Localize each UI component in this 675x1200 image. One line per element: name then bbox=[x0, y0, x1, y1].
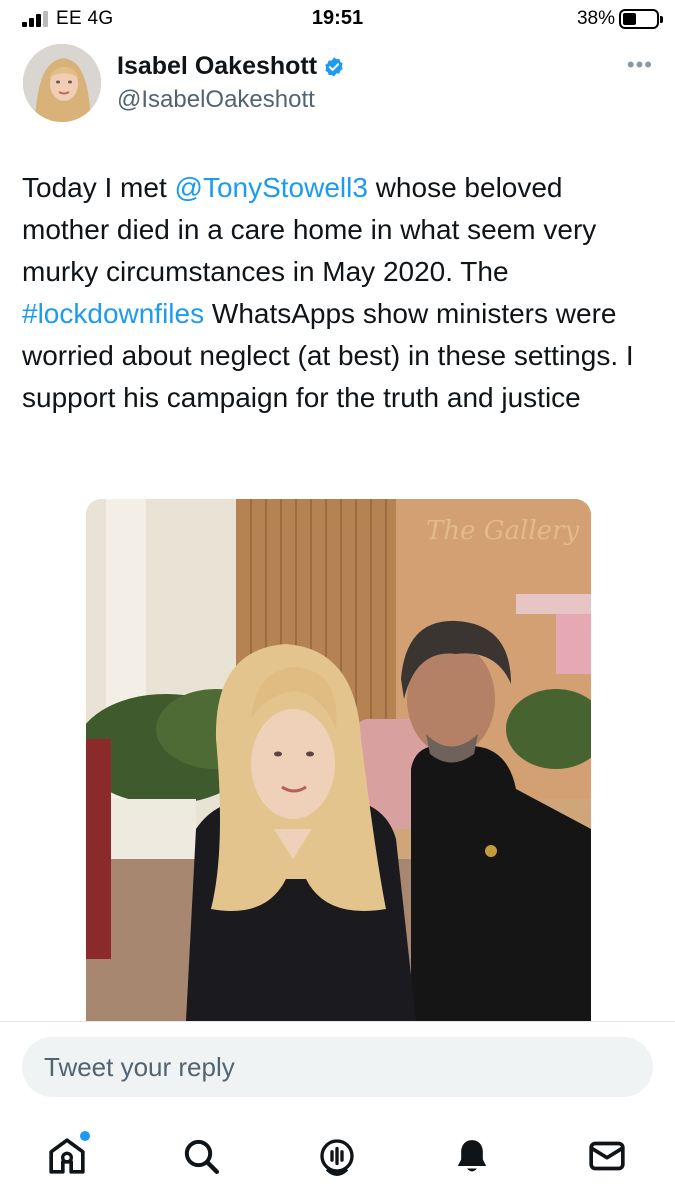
display-name[interactable]: Isabel Oakeshott bbox=[117, 52, 317, 81]
messages-envelope-icon bbox=[589, 1141, 625, 1171]
avatar[interactable] bbox=[23, 44, 101, 122]
nav-home-button[interactable] bbox=[45, 1131, 90, 1178]
reply-divider bbox=[0, 1021, 675, 1022]
hashtag-link[interactable]: #lockdownfiles bbox=[22, 298, 204, 329]
reply-composer[interactable] bbox=[22, 1037, 653, 1097]
tweet-text-part-1: Today I met bbox=[22, 172, 175, 203]
tweet-text: Today I met @TonyStowell3 whose beloved … bbox=[22, 167, 657, 419]
bottom-nav bbox=[0, 1120, 675, 1200]
more-horizontal-icon[interactable]: ••• bbox=[627, 52, 653, 78]
status-bar: EE 4G 19:51 38% bbox=[0, 0, 675, 40]
home-icon bbox=[49, 1138, 85, 1174]
search-icon bbox=[184, 1139, 219, 1174]
mention-link[interactable]: @TonyStowell3 bbox=[175, 172, 368, 203]
tweet-photo[interactable]: The Gallery bbox=[86, 499, 591, 1021]
notifications-bell-icon bbox=[457, 1140, 487, 1172]
nav-messages-button[interactable] bbox=[585, 1134, 629, 1178]
status-time: 19:51 bbox=[311, 7, 364, 29]
home-notification-dot bbox=[80, 1131, 90, 1141]
nav-search-button[interactable] bbox=[179, 1134, 223, 1178]
battery-icon bbox=[619, 9, 663, 29]
reply-input[interactable] bbox=[22, 1037, 653, 1097]
spaces-icon bbox=[320, 1139, 354, 1176]
nav-notifications-button[interactable] bbox=[450, 1134, 494, 1178]
verified-badge-icon bbox=[325, 56, 343, 77]
svg-text:The Gallery: The Gallery bbox=[426, 516, 579, 546]
nav-spaces-button[interactable] bbox=[315, 1134, 359, 1178]
user-handle[interactable]: @IsabelOakeshott bbox=[117, 86, 315, 114]
author-name-row[interactable]: Isabel Oakeshott bbox=[117, 52, 345, 81]
battery-percent: 38% bbox=[576, 8, 615, 29]
